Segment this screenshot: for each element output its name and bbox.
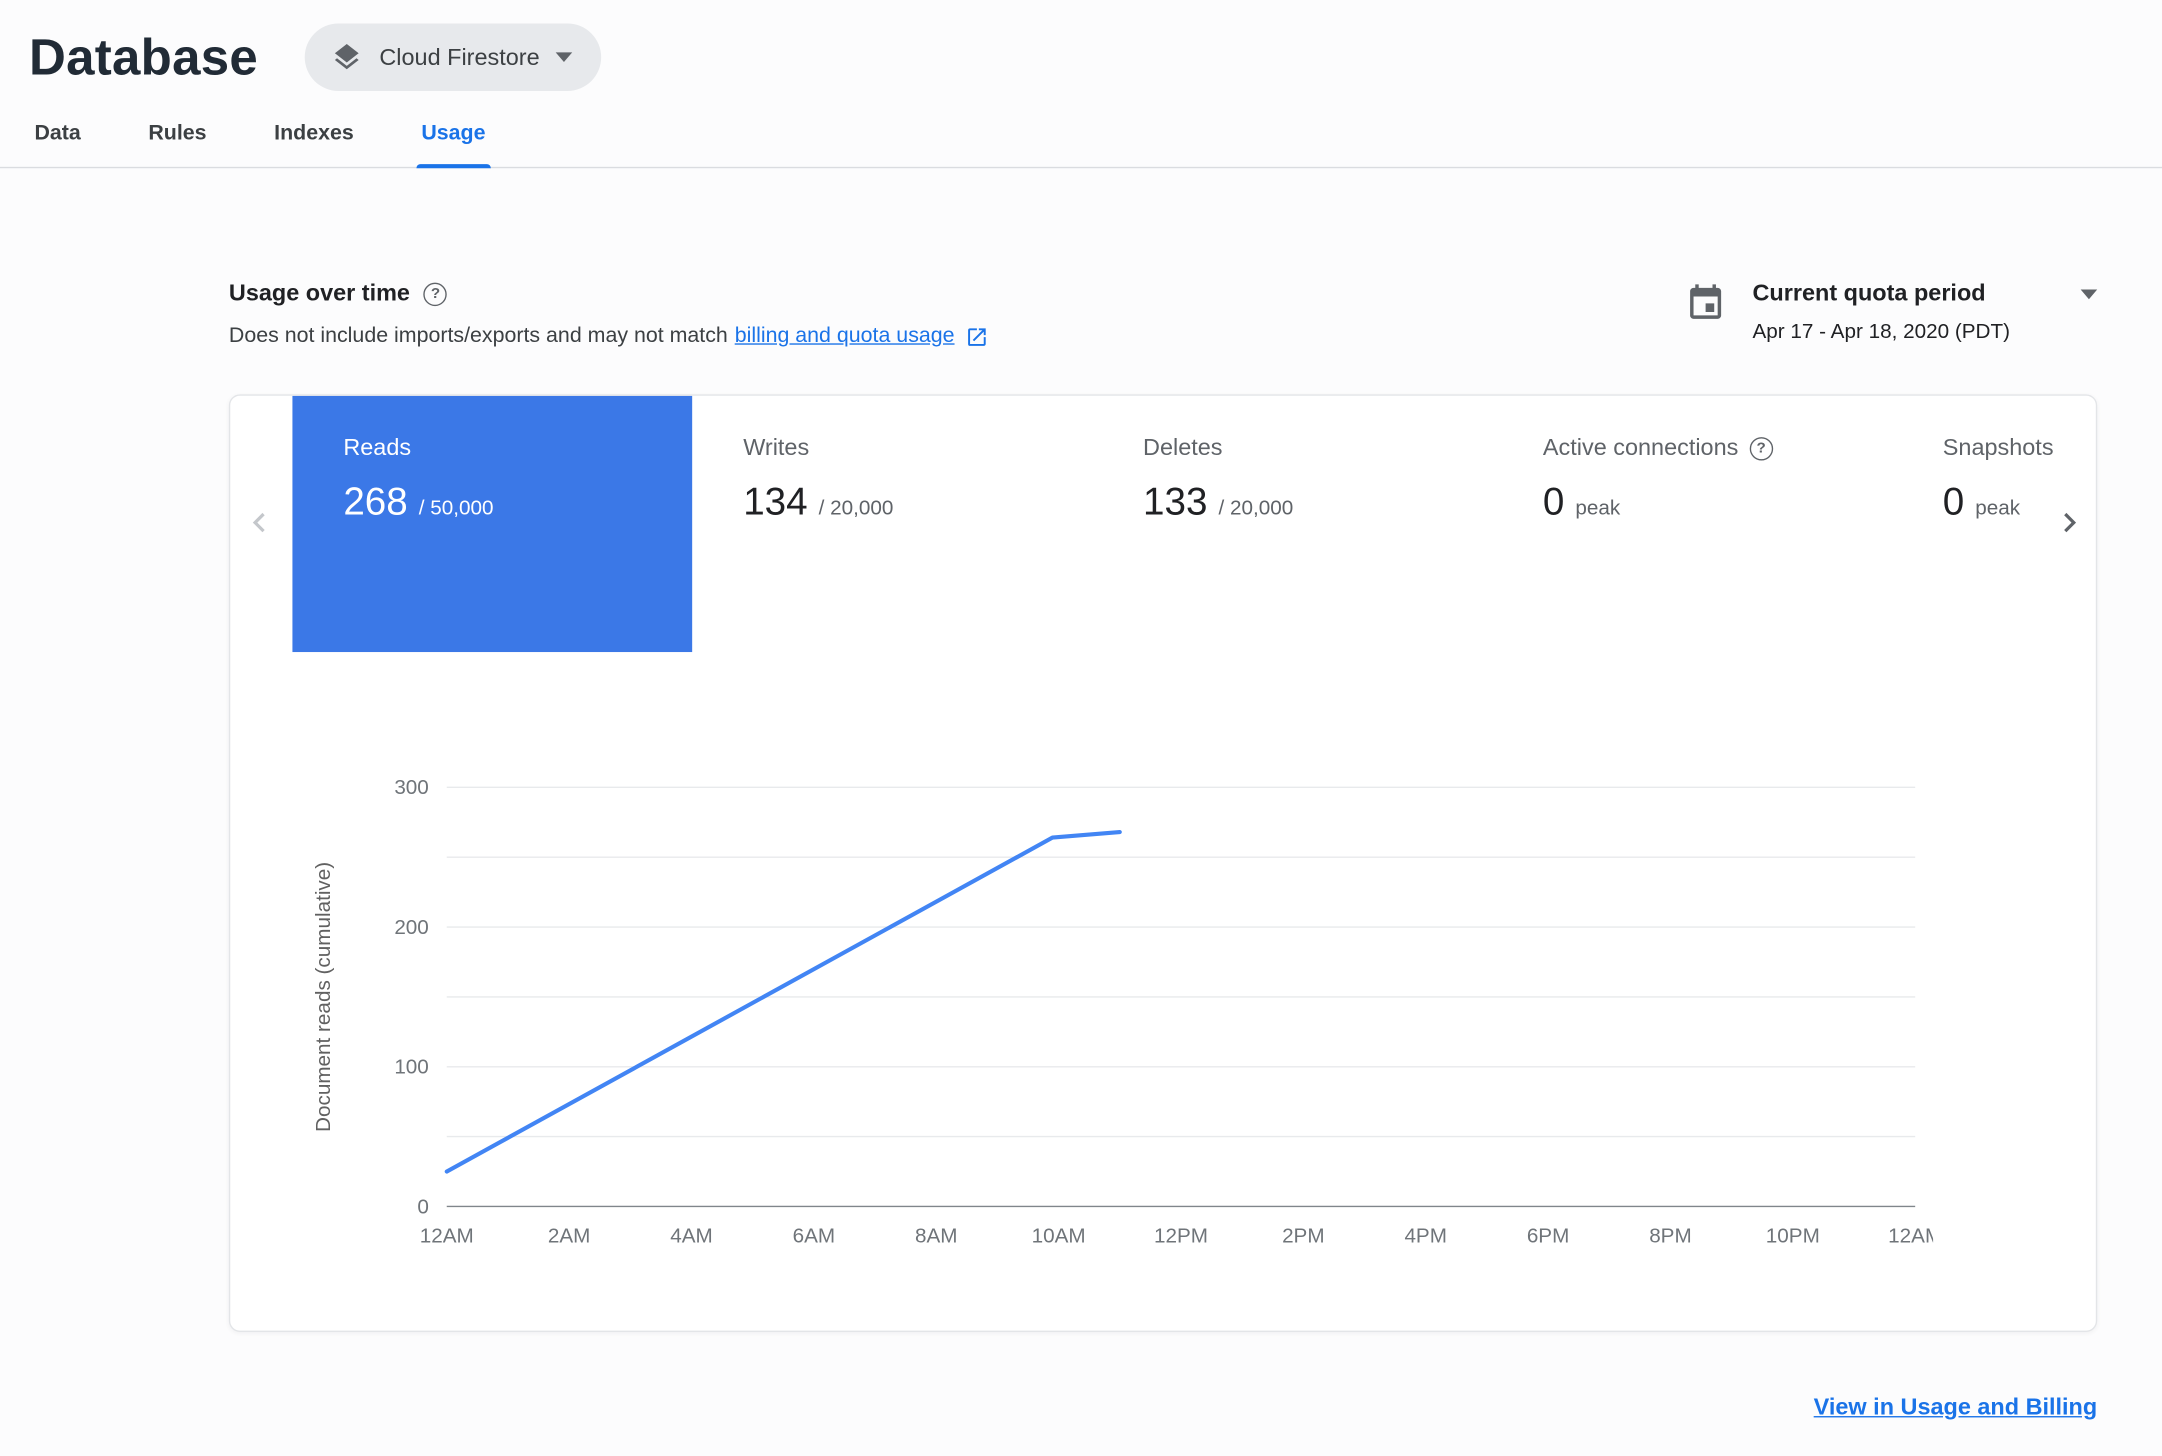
tab-bar: Data Rules Indexes Usage (0, 105, 2162, 169)
page-header: Database Cloud Firestore (0, 0, 2162, 92)
x-tick-label: 12PM (1154, 1224, 1208, 1247)
metric-limit: / 50,000 (418, 496, 494, 520)
tiles-next-button[interactable] (2046, 501, 2093, 548)
y-tick-label: 0 (417, 1195, 429, 1218)
open-in-new-icon (961, 325, 989, 348)
x-tick-label: 8AM (915, 1224, 958, 1247)
quota-period-range: Apr 17 - Apr 18, 2020 (PDT) (1752, 319, 2011, 344)
help-icon[interactable]: ? (423, 281, 448, 306)
x-tick-label: 10PM (1766, 1224, 1820, 1247)
metric-value: 134 (743, 479, 808, 523)
metric-tile-reads[interactable]: Reads 268 / 50,000 (292, 395, 693, 653)
usage-card: Reads 268/ 50,000 Writes 134/ 20,000 Deletes… (228, 394, 2098, 1332)
quota-period-text: Current quota period Apr 17 - Apr 18, 20… (1752, 279, 2098, 344)
metric-label: Snapshots (1942, 434, 2054, 461)
x-tick-label: 12AM (420, 1224, 474, 1247)
chevron-right-icon (2064, 512, 2077, 533)
x-tick-label: 2PM (1282, 1224, 1325, 1247)
chevron-left-icon (252, 512, 265, 533)
metric-label: Deletes (1143, 434, 1223, 461)
usage-chart-area: Document reads (cumulative) 0 100 200 300 12… (230, 765, 2096, 1289)
metric-label: Writes (743, 434, 810, 461)
tab-indexes[interactable]: Indexes (271, 105, 356, 167)
firebase-database-usage-page: Database Cloud Firestore Data Rules Indexe… (0, 0, 2162, 1456)
product-selector-label: Cloud Firestore (379, 43, 540, 70)
metric-tile-writes[interactable]: Writes 134 / 20,000 (692, 396, 1092, 652)
usage-over-time-title: Usage over time (228, 279, 410, 307)
y-tick-label: 100 (394, 1056, 429, 1079)
x-tick-label: 8PM (1649, 1224, 1692, 1247)
chart-y-axis-label: Document reads (cumulative) (312, 861, 336, 1132)
firestore-icon (331, 41, 363, 73)
reads-series-line (444, 829, 1122, 1174)
tab-rules[interactable]: Rules (146, 105, 210, 167)
metric-limit: / 20,000 (1218, 496, 1294, 520)
quota-period-selector[interactable]: Current quota period Apr 17 - Apr 18, 20… (1685, 279, 2098, 344)
metric-tiles: Reads 268/ 50,000 Writes 134/ 20,000 Deletes… (292, 395, 2096, 653)
chevron-down-icon (2080, 288, 2098, 299)
tab-data[interactable]: Data (32, 105, 84, 167)
product-selector[interactable]: Cloud Firestore (304, 23, 602, 92)
x-tick-label: 4PM (1404, 1224, 1447, 1247)
help-icon: ? (1749, 436, 1773, 460)
metric-value: 0 (1542, 479, 1565, 523)
y-tick-label: 200 (394, 916, 429, 939)
x-tick-label: 4AM (670, 1224, 713, 1247)
x-tick-label: 6PM (1527, 1224, 1570, 1247)
metric-limit: peak (1975, 496, 2021, 520)
usage-subtitle-text: Does not include imports/exports and may… (228, 324, 728, 348)
usage-line-chart: 0 100 200 300 12AM 2AM 4AM 6AM 8AM 10AM 12PM 2PM 4PM… (394, 776, 1933, 1247)
view-usage-billing-link[interactable]: View in Usage and Billing (1814, 1394, 2098, 1420)
usage-section-header: Usage over time ? Does not include impor… (229, 279, 2098, 349)
metric-limit: / 20,000 (818, 496, 894, 520)
calendar-icon (1685, 280, 1726, 324)
metric-limit: peak (1575, 496, 1621, 520)
usage-header-left: Usage over time ? Does not include impor… (229, 280, 989, 349)
metric-value: 133 (1143, 479, 1208, 523)
metric-tile-deletes[interactable]: Deletes 133 / 20,000 (1092, 396, 1492, 652)
tab-usage[interactable]: Usage (415, 105, 491, 169)
chevron-down-icon (556, 52, 573, 63)
metric-value: 268 (343, 479, 408, 523)
metric-tile-active-connections[interactable]: Active connections? 0 peak (1492, 396, 1892, 652)
footer: View in Usage and Billing (229, 1394, 2098, 1422)
x-tick-label: 10AM (1032, 1224, 1086, 1247)
x-tick-label: 12AM (1888, 1224, 1933, 1247)
metric-value: 0 (1942, 479, 1965, 523)
tiles-prev-button[interactable] (236, 501, 283, 548)
metric-label: Active connections? (1543, 434, 1892, 462)
x-tick-label: 2AM (548, 1224, 591, 1247)
metric-label: Reads (343, 434, 412, 461)
x-tick-label: 6AM (793, 1224, 836, 1247)
billing-quota-usage-link[interactable]: billing and quota usage (735, 324, 955, 349)
quota-period-label: Current quota period (1752, 279, 1986, 307)
usage-subtitle: Does not include imports/exports and may… (229, 324, 989, 349)
y-tick-label: 300 (394, 776, 429, 799)
page-title: Database (28, 28, 259, 85)
